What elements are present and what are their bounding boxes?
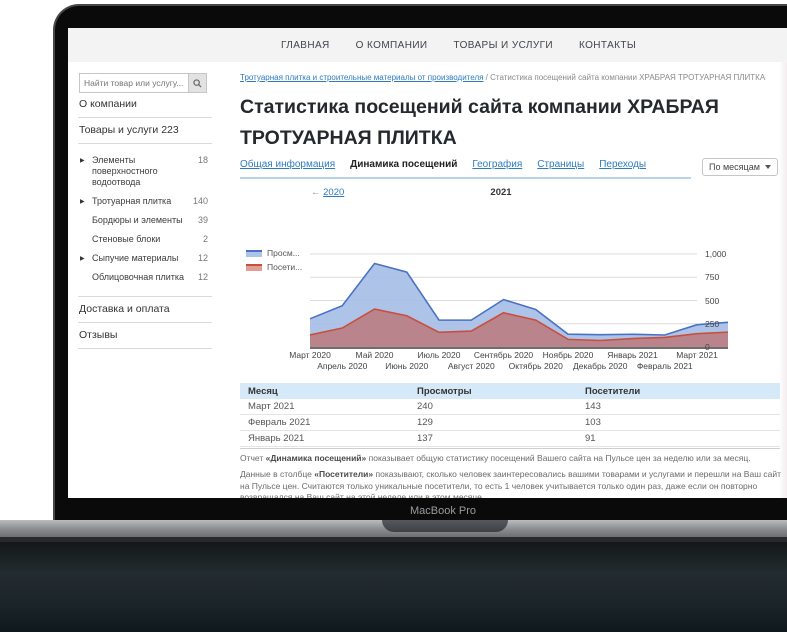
category-count: 18 (197, 155, 208, 165)
note-dynamics: Отчет «Динамика посещений» показывает об… (240, 453, 751, 463)
sidebar-category[interactable]: ▶ Тротуарная плитка 140 (78, 192, 212, 211)
y-axis-tick: 250 (705, 318, 720, 329)
category-label: Бордюры и элементы (92, 215, 183, 225)
breadcrumb-current: Статистика посещений сайта компании ХРАБ… (490, 73, 766, 82)
table-cell: 240 (417, 401, 433, 412)
category-label: Стеновые блоки (92, 234, 161, 244)
table-cell: 91 (585, 433, 596, 444)
expand-arrow-icon: ▶ (80, 199, 85, 205)
year-current: 2021 (490, 187, 512, 198)
tab-link[interactable]: География (472, 159, 522, 170)
sidebar-category[interactable]: Стеновые блоки 2 (78, 230, 212, 249)
y-axis-tick: 1,000 (705, 249, 727, 259)
tabs-underline (240, 177, 691, 179)
sidebar-item-products[interactable]: Товары и услуги 223 (78, 118, 212, 144)
sidebar-category[interactable]: ▶ Сыпучие материалы 12 (78, 249, 212, 268)
sidebar-item-delivery[interactable]: Доставка и оплата (78, 297, 212, 323)
category-count: 12 (197, 272, 208, 282)
tab-link[interactable]: Переходы (599, 159, 646, 170)
x-axis-tick: Февраль 2021 (636, 361, 693, 371)
category-count: 12 (197, 253, 208, 263)
tabs: Общая информация Динамика посещений Геогра… (240, 159, 646, 170)
note-visitors: Данные в столбце «Посетители» показывают… (240, 469, 781, 498)
laptop-base-edge (0, 537, 787, 542)
legend-label: Посети... (267, 262, 303, 272)
browser-viewport: ГЛАВНАЯ О КОМПАНИИ ТОВАРЫ И УСЛУГИ КОНТАКТЫ… (68, 28, 787, 498)
year-prev: ← 2020 (311, 187, 344, 198)
period-dropdown-value: По месяцам (709, 162, 760, 172)
nav-item[interactable]: ТОВАРЫ И УСЛУГИ (454, 40, 553, 51)
table-header-cell: Посетители (585, 385, 641, 397)
legend-label: Просм... (267, 248, 300, 258)
tab-link[interactable]: Страницы (537, 159, 584, 170)
chart-legend: Просм... Посети... (246, 246, 302, 274)
x-axis-tick: Март 2021 (676, 350, 718, 360)
table-cell: Февраль 2021 (248, 417, 311, 428)
sidebar-category[interactable]: ▶ Элементы поверхностного водоотвода 18 (78, 151, 212, 192)
search-button[interactable] (188, 74, 206, 92)
magnifier-icon (193, 78, 202, 88)
category-label: Элементы поверхностного водоотвода (92, 155, 158, 187)
visits-table: Месяц Просмотры Посетители Март 2021 240 143 Ф… (240, 383, 780, 447)
nav-item[interactable]: О КОМПАНИИ (356, 40, 428, 51)
search-box (79, 73, 207, 93)
table-row: Январь 2021 137 91 (240, 431, 780, 447)
table-row: Март 2021 240 143 (240, 399, 780, 415)
sidebar-item-about[interactable]: О компании (78, 92, 212, 118)
y-axis-tick: 750 (705, 272, 720, 283)
category-count: 2 (202, 234, 208, 244)
sidebar-category[interactable]: Облицовочная плитка 12 (78, 268, 212, 287)
breadcrumb-link[interactable]: Тротуарная плитка и строительные материа… (240, 73, 483, 82)
sidebar: О компании Товары и услуги 223 ▶ Элементы… (78, 92, 212, 349)
table-cell: Март 2021 (248, 401, 295, 412)
legend-item: Просм... (246, 246, 302, 260)
tab-active[interactable]: Динамика посещений (350, 159, 457, 170)
table-cell: Январь 2021 (248, 433, 305, 444)
chevron-down-icon (765, 165, 771, 169)
sidebar-category[interactable]: Бордюры и элементы 39 (78, 211, 212, 230)
table-header-cell: Месяц (248, 385, 278, 397)
expand-arrow-icon: ▶ (80, 158, 85, 164)
category-label: Сыпучие материалы (92, 253, 179, 263)
table-cell: 143 (585, 401, 601, 412)
category-label: Облицовочная плитка (92, 272, 185, 282)
macbook-mockup: ГЛАВНАЯ О КОМПАНИИ ТОВАРЫ И УСЛУГИ КОНТАКТЫ… (0, 0, 787, 632)
tab-link[interactable]: Общая информация (240, 159, 335, 170)
notes-divider (240, 448, 780, 449)
desk-shadow (0, 542, 787, 632)
page-title: Статистика посещений сайта компании ХРАБ… (240, 96, 719, 149)
year-prev-link[interactable]: 2020 (323, 187, 344, 198)
table-cell: 103 (585, 417, 601, 428)
visits-chart (309, 253, 730, 351)
device-label: MacBook Pro (409, 505, 477, 517)
table-header-cell: Просмотры (417, 385, 472, 397)
category-count: 140 (192, 196, 208, 206)
expand-arrow-icon: ▶ (80, 256, 85, 262)
nav-item[interactable]: КОНТАКТЫ (579, 40, 636, 51)
table-cell: 129 (417, 417, 433, 428)
legend-item: Посети... (246, 260, 302, 274)
legend-swatch (246, 249, 262, 257)
legend-swatch (246, 263, 262, 271)
table-cell: 137 (417, 433, 433, 444)
category-list: ▶ Элементы поверхностного водоотвода 18 ▶ Тр… (78, 144, 212, 297)
laptop-lid-notch (382, 520, 508, 532)
category-count: 39 (197, 215, 208, 225)
sidebar-item-reviews[interactable]: Отзывы (78, 323, 212, 349)
top-nav: ГЛАВНАЯ О КОМПАНИИ ТОВАРЫ И УСЛУГИ КОНТАКТЫ (281, 28, 636, 62)
table-row: Февраль 2021 129 103 (240, 415, 780, 431)
breadcrumb: Тротуарная плитка и строительные материа… (240, 73, 785, 82)
y-axis-tick: 500 (705, 295, 720, 306)
category-label: Тротуарная плитка (92, 196, 172, 206)
table-header-row: Месяц Просмотры Посетители (240, 383, 780, 399)
period-dropdown[interactable]: По месяцам (702, 158, 778, 176)
arrow-left-icon: ← (311, 187, 321, 198)
search-input[interactable] (80, 74, 188, 92)
nav-item[interactable]: ГЛАВНАЯ (281, 40, 330, 51)
